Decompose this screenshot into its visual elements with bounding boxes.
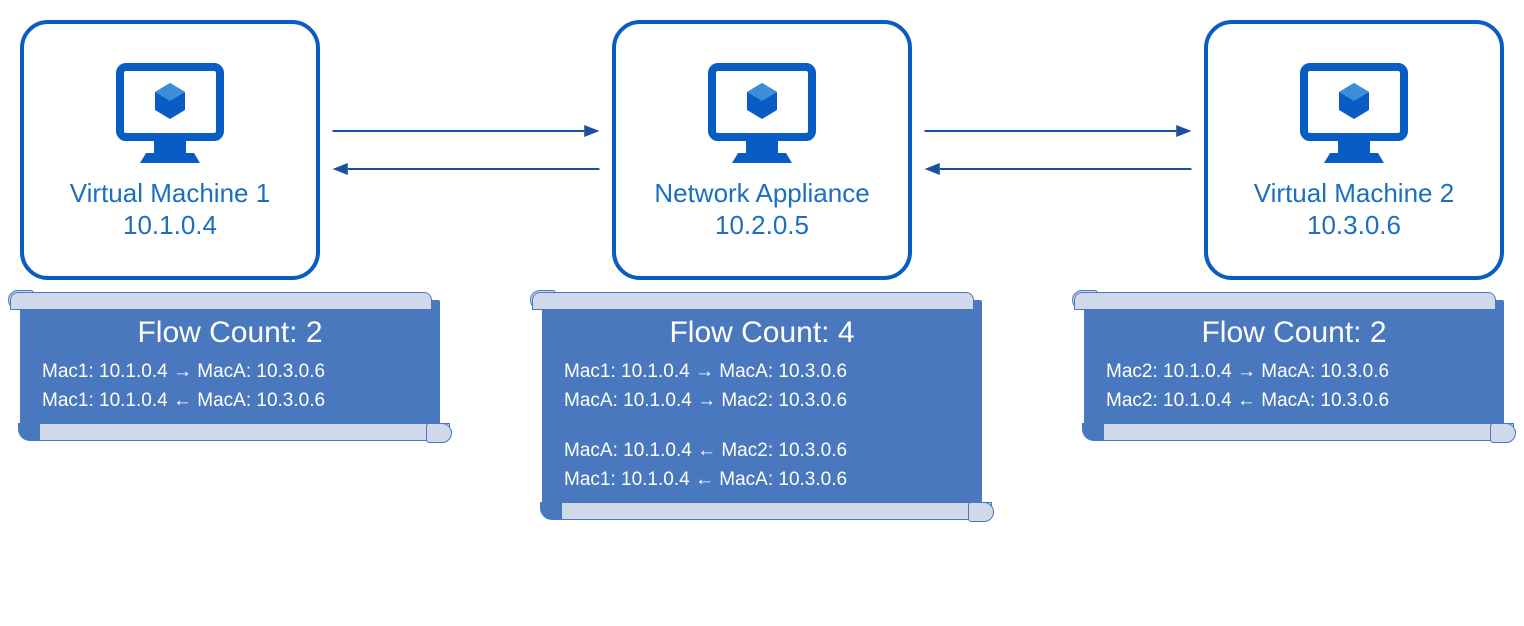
scroll-body: Flow Count: 2 Mac2: 10.1.0.4 → MacA: 10.… (1084, 300, 1504, 433)
node-vm1: Virtual Machine 1 10.1.0.4 (20, 20, 320, 280)
node-ip: 10.3.0.6 (1307, 210, 1401, 241)
column-appliance: Network Appliance 10.2.0.5 (612, 20, 912, 280)
flow-count-title: Flow Count: 4 (564, 316, 960, 350)
scroll-curl-icon (540, 502, 562, 520)
node-title: Network Appliance (654, 177, 869, 210)
node-ip: 10.2.0.5 (715, 210, 809, 241)
node-appliance: Network Appliance 10.2.0.5 (612, 20, 912, 280)
node-title: Virtual Machine 2 (1254, 177, 1454, 210)
flow-lines: Mac1: 10.1.0.4 → MacA: 10.3.0.6Mac1: 10.… (42, 358, 418, 415)
flow-lines: Mac2: 10.1.0.4 → MacA: 10.3.0.6Mac2: 10.… (1106, 358, 1482, 415)
column-vm2: Virtual Machine 2 10.3.0.6 (1204, 20, 1504, 280)
flow-line: Mac1: 10.1.0.4 ← MacA: 10.3.0.6 (564, 466, 960, 495)
column-vm1: Virtual Machine 1 10.1.0.4 (20, 20, 320, 280)
vm-icon (110, 59, 230, 169)
scroll-curl-icon (1490, 423, 1516, 443)
vm-icon (702, 59, 822, 169)
flow-line: Mac1: 10.1.0.4 → MacA: 10.3.0.6 (564, 358, 960, 387)
flow-scroll-vm2: Flow Count: 2 Mac2: 10.1.0.4 → MacA: 10.… (1084, 300, 1504, 433)
scroll-curl-icon (18, 423, 40, 441)
flow-line: Mac2: 10.1.0.4 ← MacA: 10.3.0.6 (1106, 387, 1482, 416)
node-vm2: Virtual Machine 2 10.3.0.6 (1204, 20, 1504, 280)
flow-line: Mac1: 10.1.0.4 ← MacA: 10.3.0.6 (42, 387, 418, 416)
node-ip: 10.1.0.4 (123, 210, 217, 241)
scroll-curl-icon (968, 502, 994, 522)
flow-scroll-vm1: Flow Count: 2 Mac1: 10.1.0.4 → MacA: 10.… (20, 300, 440, 433)
flow-lines: Mac1: 10.1.0.4 → MacA: 10.3.0.6MacA: 10.… (564, 358, 960, 494)
node-title: Virtual Machine 1 (70, 177, 270, 210)
scroll-body: Flow Count: 4 Mac1: 10.1.0.4 → MacA: 10.… (542, 300, 982, 512)
flow-line: MacA: 10.1.0.4 ← Mac2: 10.3.0.6 (564, 437, 960, 466)
flow-count-title: Flow Count: 2 (42, 316, 418, 350)
arrow-right-icon (922, 121, 1194, 141)
flow-count-title: Flow Count: 2 (1106, 316, 1482, 350)
scroll-curl-icon (1082, 423, 1104, 441)
scroll-body: Flow Count: 2 Mac1: 10.1.0.4 → MacA: 10.… (20, 300, 440, 433)
arrow-left-icon (330, 159, 602, 179)
flow-line: MacA: 10.1.0.4 → Mac2: 10.3.0.6 (564, 387, 960, 416)
scroll-curl-icon (426, 423, 452, 443)
arrow-left-icon (922, 159, 1194, 179)
flow-scroll-appliance: Flow Count: 4 Mac1: 10.1.0.4 → MacA: 10.… (542, 300, 982, 512)
flow-line: Mac2: 10.1.0.4 → MacA: 10.3.0.6 (1106, 358, 1482, 387)
arrow-right-icon (330, 121, 602, 141)
arrows-appliance-vm2 (922, 121, 1194, 179)
bottom-row: Flow Count: 2 Mac1: 10.1.0.4 → MacA: 10.… (20, 300, 1504, 512)
top-row: Virtual Machine 1 10.1.0.4 Network Appli… (20, 20, 1504, 280)
flow-line: Mac1: 10.1.0.4 → MacA: 10.3.0.6 (42, 358, 418, 387)
vm-icon (1294, 59, 1414, 169)
arrows-vm1-appliance (330, 121, 602, 179)
